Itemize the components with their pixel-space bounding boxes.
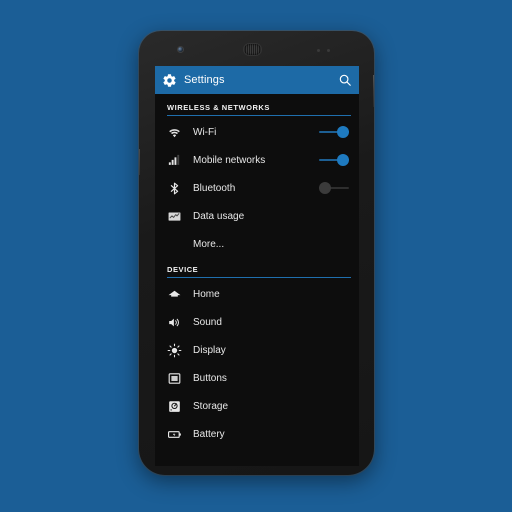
- bluetooth-icon: [167, 181, 182, 196]
- list-item-label: Buttons: [193, 372, 227, 384]
- toggle-knob: [337, 126, 349, 138]
- list-item-label: More...: [193, 238, 225, 250]
- toggle-mobile-networks[interactable]: [319, 154, 349, 166]
- list-item-home[interactable]: Home: [155, 280, 359, 308]
- list-item-display[interactable]: Display: [155, 336, 359, 364]
- volume-button[interactable]: [139, 149, 140, 175]
- gear-icon[interactable]: [162, 73, 177, 88]
- data-usage-icon: [167, 209, 182, 224]
- list-item-label: Home: [193, 288, 220, 300]
- page-title: Settings: [184, 74, 225, 86]
- earpiece-speaker-icon: [244, 44, 261, 55]
- list-item-label: Bluetooth: [193, 182, 236, 194]
- toggle-knob: [319, 182, 331, 194]
- list-item-wifi[interactable]: Wi-Fi: [155, 118, 359, 146]
- list-item-sound[interactable]: Sound: [155, 308, 359, 336]
- display-brightness-icon: [167, 343, 182, 358]
- signal-bars-icon: [167, 153, 182, 168]
- list-item-buttons[interactable]: Buttons: [155, 364, 359, 392]
- list-item-label: Data usage: [193, 210, 245, 222]
- list-item-bluetooth[interactable]: Bluetooth: [155, 174, 359, 202]
- list-item-battery[interactable]: Battery: [155, 420, 359, 448]
- proximity-sensor-icon: [317, 49, 320, 52]
- action-bar: Settings: [155, 66, 359, 94]
- section-header-device: DEVICE: [155, 258, 351, 280]
- list-item-label: Mobile networks: [193, 154, 266, 166]
- toggle-wifi[interactable]: [319, 126, 349, 138]
- phone-body: Settings WIRELESS & NETWORKS Wi-Fi Mobil…: [139, 31, 374, 475]
- list-item-label: Storage: [193, 400, 229, 412]
- section-divider: [167, 115, 351, 116]
- wifi-icon: [167, 125, 182, 140]
- power-button[interactable]: [373, 75, 374, 107]
- list-item-label: Sound: [193, 316, 222, 328]
- list-item-mobile-networks[interactable]: Mobile networks: [155, 146, 359, 174]
- list-item-data-usage[interactable]: Data usage: [155, 202, 359, 230]
- settings-list[interactable]: WIRELESS & NETWORKS Wi-Fi Mobile network…: [155, 94, 359, 466]
- front-camera-icon: [178, 47, 183, 52]
- list-item-label: Wi-Fi: [193, 126, 217, 138]
- list-item-label: Battery: [193, 428, 225, 440]
- search-icon[interactable]: [338, 73, 352, 87]
- buttons-fn-icon: [167, 371, 182, 386]
- battery-icon: [167, 427, 182, 442]
- section-header-wireless: WIRELESS & NETWORKS: [155, 96, 351, 118]
- phone-display: Settings WIRELESS & NETWORKS Wi-Fi Mobil…: [155, 66, 359, 466]
- list-item-label: Display: [193, 344, 226, 356]
- toggle-bluetooth[interactable]: [319, 182, 349, 194]
- toggle-knob: [337, 154, 349, 166]
- light-sensor-icon: [327, 49, 330, 52]
- list-item-more[interactable]: More...: [155, 230, 359, 258]
- storage-disk-icon: [167, 399, 182, 414]
- home-icon: [167, 287, 182, 302]
- section-header-label: DEVICE: [167, 265, 199, 274]
- section-header-label: WIRELESS & NETWORKS: [167, 103, 270, 112]
- list-item-storage[interactable]: Storage: [155, 392, 359, 420]
- section-divider: [167, 277, 351, 278]
- phone-top-bezel: [139, 31, 374, 66]
- sound-icon: [167, 315, 182, 330]
- phone-device: Settings WIRELESS & NETWORKS Wi-Fi Mobil…: [139, 31, 374, 475]
